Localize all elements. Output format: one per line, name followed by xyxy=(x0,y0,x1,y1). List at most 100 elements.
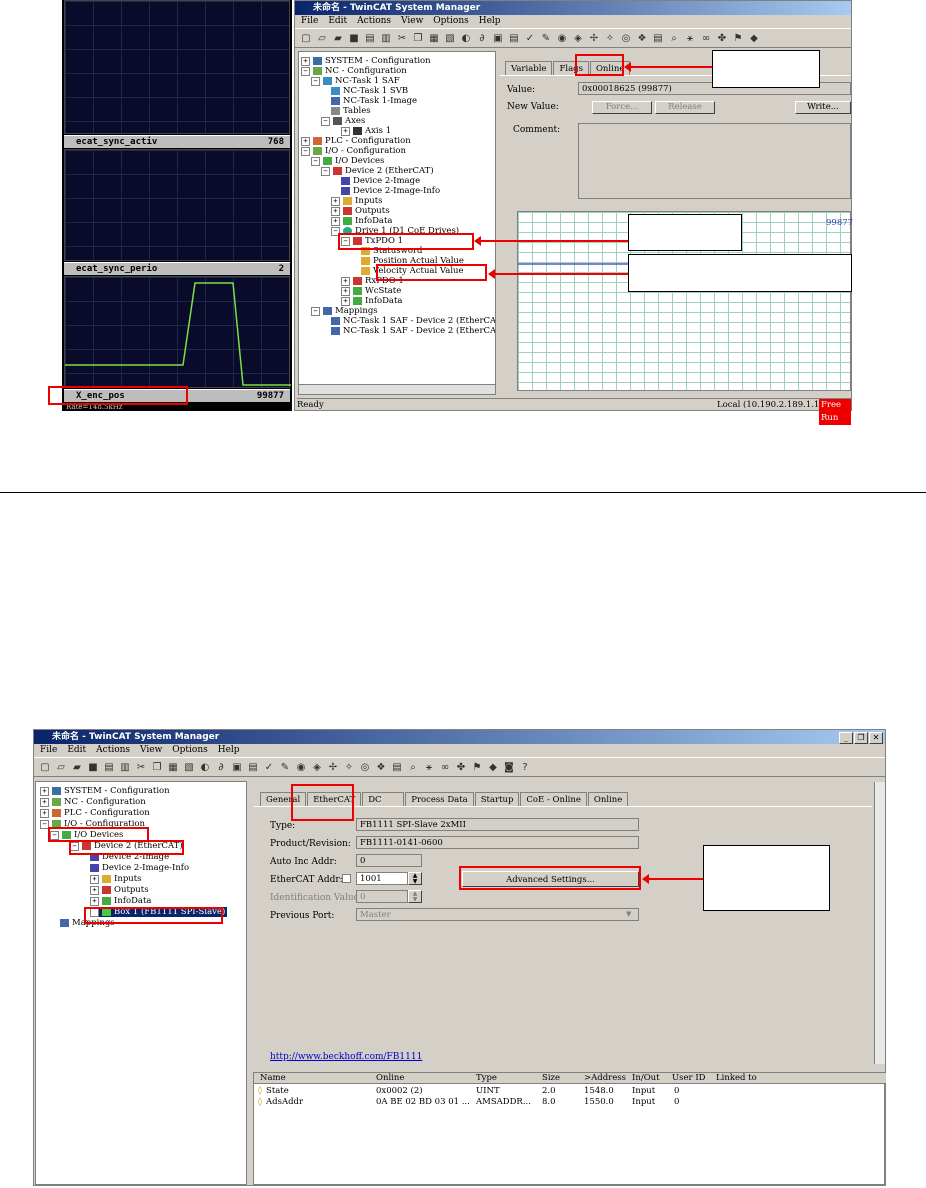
force-button[interactable]: Force... xyxy=(592,101,652,114)
find-next-icon[interactable]: ∂ xyxy=(214,760,228,774)
check-icon[interactable]: ✓ xyxy=(262,760,276,774)
settings-icon[interactable]: ❖ xyxy=(374,760,388,774)
tree-item[interactable]: + SYSTEM - Configuration xyxy=(301,56,431,66)
tree-item[interactable]: − NC - Configuration xyxy=(301,66,407,76)
menu-view[interactable]: View xyxy=(401,16,423,26)
paste-special-icon[interactable]: ▧ xyxy=(443,31,457,45)
variable-list[interactable]: Name Online Type Size >Address In/Out Us… xyxy=(253,1072,886,1185)
open-folder-icon[interactable]: ▰ xyxy=(70,760,84,774)
column-header[interactable]: Name xyxy=(260,1073,286,1084)
tree-view[interactable]: + SYSTEM - Configuration − NC - Configurat… xyxy=(298,51,496,395)
restart-icon[interactable]: ◉ xyxy=(555,31,569,45)
column-header[interactable]: Type xyxy=(476,1073,497,1084)
tree-item[interactable]: − NC-Task 1 SAF xyxy=(311,76,400,86)
network-icon[interactable]: ⚹ xyxy=(683,31,697,45)
write-button[interactable]: Write... xyxy=(795,101,851,114)
tree-item[interactable]: + Axis 1 xyxy=(341,126,391,136)
open-icon[interactable]: ▱ xyxy=(54,760,68,774)
config-mode-icon[interactable]: ◈ xyxy=(310,760,324,774)
menu-options[interactable]: Options xyxy=(172,745,207,755)
tab-process-data[interactable]: Process Data xyxy=(405,792,474,807)
scan-icon[interactable]: ✢ xyxy=(587,31,601,45)
column-header[interactable]: Size xyxy=(542,1073,560,1084)
preview-icon[interactable]: ▥ xyxy=(118,760,132,774)
tree-item[interactable]: + InfoData xyxy=(90,896,151,906)
tree-item[interactable]: Device 2-Image-Info xyxy=(341,186,440,196)
print-icon[interactable]: ▤ xyxy=(363,31,377,45)
tree-item[interactable]: − Device 2 (EtherCAT) xyxy=(321,166,434,176)
about-icon[interactable]: ◙ xyxy=(502,760,516,774)
list-icon[interactable]: ▤ xyxy=(651,31,665,45)
tree-item[interactable]: − I/O - Configuration xyxy=(301,146,406,156)
list-icon[interactable]: ▤ xyxy=(390,760,404,774)
record-icon[interactable]: ◎ xyxy=(358,760,372,774)
scope-signal-row[interactable]: ecat_sync_perio 2 xyxy=(64,262,290,275)
tree-item[interactable]: Device 2-Image xyxy=(341,176,420,186)
tree-item[interactable]: + WcState xyxy=(341,286,401,296)
menu-actions[interactable]: Actions xyxy=(357,16,391,26)
book-icon[interactable]: ◆ xyxy=(747,31,761,45)
menu-help[interactable]: Help xyxy=(218,745,240,755)
tree-item[interactable]: + PLC - Configuration xyxy=(301,136,411,146)
scope-signal-row[interactable]: ecat_sync_activ 768 xyxy=(64,135,290,148)
target-icon[interactable]: ▣ xyxy=(230,760,244,774)
tree-item[interactable]: − I/O Devices xyxy=(311,156,384,166)
column-header[interactable]: In/Out xyxy=(632,1073,660,1084)
find-icon[interactable]: ◐ xyxy=(198,760,212,774)
comment-box[interactable] xyxy=(578,123,851,199)
book-icon[interactable]: ◆ xyxy=(486,760,500,774)
menu-view[interactable]: View xyxy=(140,745,162,755)
menu-help[interactable]: Help xyxy=(479,16,501,26)
tree-item[interactable]: NC-Task 1 SVB xyxy=(331,86,408,96)
ecat-addr-field[interactable]: 1001 xyxy=(356,872,408,885)
menu-actions[interactable]: Actions xyxy=(96,745,130,755)
column-header[interactable]: >Address xyxy=(584,1073,626,1084)
open-icon[interactable]: ▱ xyxy=(315,31,329,45)
target-icon[interactable]: ▣ xyxy=(491,31,505,45)
new-icon[interactable]: ▢ xyxy=(299,31,313,45)
activate-icon[interactable]: ✎ xyxy=(539,31,553,45)
product-link[interactable]: http://www.beckhoff.com/FB1111 xyxy=(270,1052,422,1062)
open-folder-icon[interactable]: ▰ xyxy=(331,31,345,45)
zoom-icon[interactable]: ⌕ xyxy=(406,760,420,774)
maximize-button[interactable]: ❐ xyxy=(854,732,868,744)
config-mode-icon[interactable]: ◈ xyxy=(571,31,585,45)
tree-item[interactable]: + SYSTEM - Configuration xyxy=(40,786,170,796)
tree-item[interactable]: − Axes xyxy=(321,116,365,126)
menu-edit[interactable]: Edit xyxy=(328,16,347,26)
record-icon[interactable]: ◎ xyxy=(619,31,633,45)
tools-icon[interactable]: ✧ xyxy=(342,760,356,774)
tree-icon[interactable]: ✤ xyxy=(454,760,468,774)
settings-icon[interactable]: ❖ xyxy=(635,31,649,45)
ecat-addr-spinner[interactable]: ▲ ▼ xyxy=(408,872,422,885)
preview-icon[interactable]: ▥ xyxy=(379,31,393,45)
tools-icon[interactable]: ✧ xyxy=(603,31,617,45)
find-next-icon[interactable]: ∂ xyxy=(475,31,489,45)
tab-dc[interactable]: DC xyxy=(362,792,405,807)
tree-hscrollbar[interactable] xyxy=(299,384,495,394)
tab-variable[interactable]: Variable xyxy=(505,61,553,76)
tree-item[interactable]: + PLC - Configuration xyxy=(40,808,150,818)
force-icon[interactable]: ⚑ xyxy=(731,31,745,45)
column-header[interactable]: Online xyxy=(376,1073,404,1084)
zoom-icon[interactable]: ⌕ xyxy=(667,31,681,45)
prev-port-select[interactable]: Master xyxy=(356,908,639,921)
column-header[interactable]: User ID xyxy=(672,1073,706,1084)
tree-item[interactable]: + Outputs xyxy=(331,206,390,216)
cut-icon[interactable]: ✂ xyxy=(395,31,409,45)
close-button[interactable]: ✕ xyxy=(869,732,883,744)
tab-startup[interactable]: Startup xyxy=(474,792,520,807)
online-icon[interactable]: ∞ xyxy=(699,31,713,45)
tree-item[interactable]: + InfoData xyxy=(341,296,402,306)
menu-file[interactable]: File xyxy=(40,745,57,755)
scan-icon[interactable]: ✢ xyxy=(326,760,340,774)
tree-item[interactable]: NC-Task 1 SAF - Device 2 (EtherCAT) xyxy=(331,326,495,336)
copy-icon[interactable]: ❐ xyxy=(411,31,425,45)
column-header[interactable]: Linked to xyxy=(716,1073,757,1084)
generate-mappings-icon[interactable]: ▤ xyxy=(507,31,521,45)
tree-item[interactable]: + Inputs xyxy=(331,196,383,206)
print-icon[interactable]: ▤ xyxy=(102,760,116,774)
force-icon[interactable]: ⚑ xyxy=(470,760,484,774)
generate-mappings-icon[interactable]: ▤ xyxy=(246,760,260,774)
new-icon[interactable]: ▢ xyxy=(38,760,52,774)
